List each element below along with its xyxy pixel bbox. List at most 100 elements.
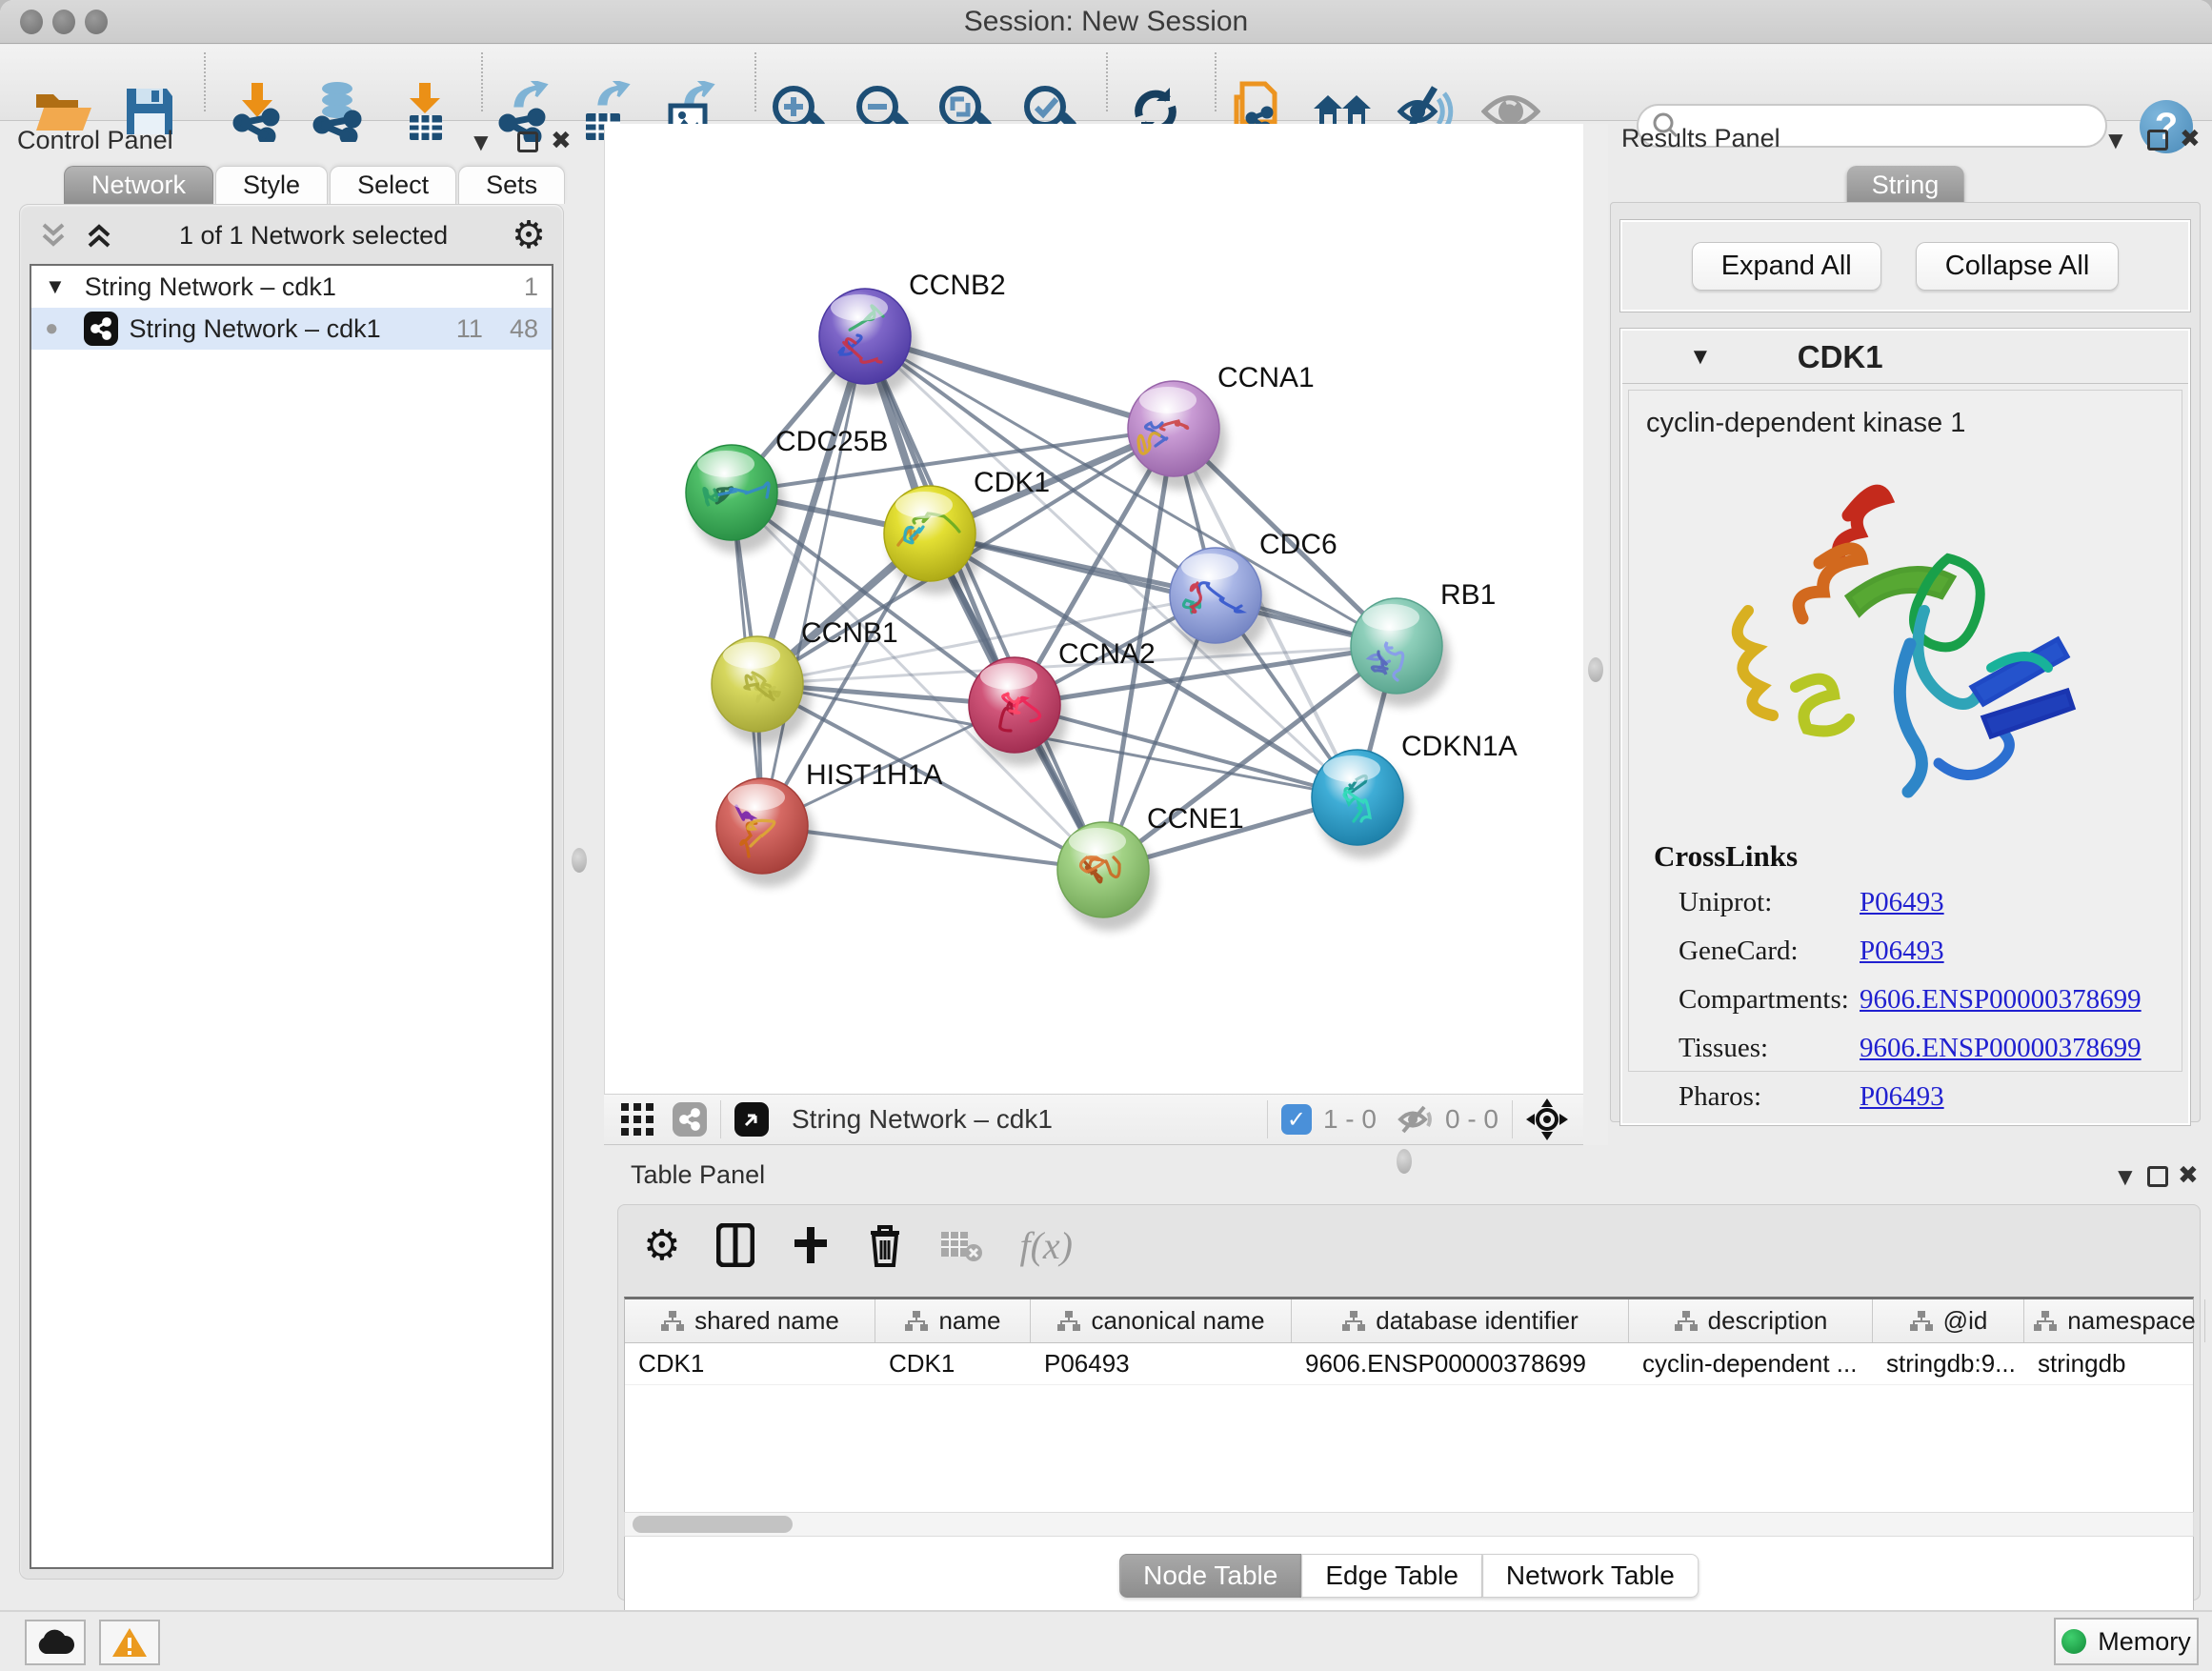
vertical-splitter[interactable] (1583, 124, 1608, 1145)
node-count: 11 (456, 314, 483, 344)
panel-float-icon[interactable] (2147, 130, 2168, 151)
table-cell: 9606.ENSP00000378699 (1292, 1343, 1629, 1384)
crosslink-link[interactable]: P06493 (1860, 936, 1944, 967)
node-CDC6[interactable]: CDC6 (1170, 529, 1337, 656)
hidden-eye-icon (1398, 1105, 1436, 1134)
crosslink-link[interactable]: P06493 (1860, 1081, 1944, 1113)
node-RB1[interactable]: RB1 (1351, 579, 1496, 707)
column-header-database-identifier[interactable]: database identifier (1292, 1299, 1629, 1342)
panel-menu-icon[interactable]: ▼ (2103, 126, 2128, 155)
panel-menu-icon[interactable]: ▼ (2113, 1162, 2138, 1192)
gene-collapse-icon[interactable]: ▼ (1689, 344, 1712, 371)
node-label: CCNA1 (1217, 362, 1315, 393)
cloud-button[interactable] (25, 1620, 86, 1665)
node-CCNB1[interactable]: CCNB1 (712, 617, 898, 745)
add-column-icon[interactable] (791, 1225, 831, 1265)
column-header-shared-name[interactable]: shared name (625, 1299, 875, 1342)
network-view-icon[interactable] (673, 1102, 707, 1137)
column-header-namespace[interactable]: namespace (2024, 1299, 2205, 1342)
results-panel-title: Results Panel (1621, 124, 1780, 153)
column-header-@id[interactable]: @id (1873, 1299, 2024, 1342)
crosslink-label: Tissues: (1679, 1033, 1860, 1064)
crosslink-link[interactable]: 9606.ENSP00000378699 (1860, 984, 2142, 1016)
tab-sets[interactable]: Sets (458, 166, 565, 204)
table-tabs: Node TableEdge TableNetwork Table (1119, 1554, 1699, 1598)
birds-eye-view-icon[interactable] (734, 1102, 769, 1137)
collapse-all-icon[interactable] (37, 219, 70, 252)
cloud-icon (35, 1629, 75, 1656)
network-selected-label: 1 of 1 Network selected (115, 221, 512, 251)
network-row-selected[interactable]: ● String Network – cdk1 11 48 (31, 308, 552, 350)
node-label: CDK1 (974, 467, 1050, 498)
node-CDKN1A[interactable]: CDKN1A (1312, 731, 1518, 858)
window-title: Session: New Session (0, 6, 2212, 38)
node-CCNA1[interactable]: CCNA1 (1128, 362, 1315, 490)
tab-string[interactable]: String (1847, 166, 1964, 205)
function-builder-icon[interactable]: f(x) (1019, 1223, 1073, 1268)
crosslink-link[interactable]: P06493 (1860, 887, 1944, 918)
control-panel-tabs: Network Style Select Sets (64, 166, 567, 204)
delete-column-icon[interactable] (867, 1223, 903, 1267)
string-app-icon (84, 312, 118, 346)
column-header-name[interactable]: name (875, 1299, 1031, 1342)
right-splitter-handle[interactable] (1588, 657, 1603, 682)
crosslink-row: Uniprot:P06493 (1679, 887, 2174, 918)
gene-symbol: CDK1 (1798, 339, 1883, 375)
panel-close-icon[interactable]: ✖ (2178, 1160, 2199, 1190)
tab-style[interactable]: Style (215, 166, 328, 204)
column-header-description[interactable]: description (1629, 1299, 1873, 1342)
selected-counts: 1 - 0 (1323, 1104, 1377, 1135)
table-horizontal-scrollbar[interactable] (624, 1512, 2194, 1537)
scrollbar-thumb[interactable] (633, 1516, 793, 1533)
tab-network-table[interactable]: Network Table (1482, 1554, 1699, 1598)
tab-select[interactable]: Select (330, 166, 456, 204)
panel-close-icon[interactable]: ✖ (551, 126, 572, 155)
memory-button[interactable]: Memory (2054, 1618, 2199, 1665)
column-type-icon (904, 1310, 929, 1333)
table-cell: CDK1 (875, 1343, 1031, 1384)
panel-close-icon[interactable]: ✖ (2180, 124, 2201, 153)
node-HIST1H1A[interactable]: HIST1H1A (716, 759, 942, 887)
toolbar-separator (754, 52, 756, 111)
current-network-dot-icon: ● (45, 315, 59, 342)
node-label: CDKN1A (1401, 731, 1518, 762)
network-collection-row[interactable]: ▼ String Network – cdk1 1 (31, 266, 552, 308)
table-row[interactable]: CDK1CDK1P064939606.ENSP00000378699cyclin… (625, 1343, 2193, 1385)
table-options-gear-icon[interactable]: ⚙ (643, 1221, 680, 1270)
column-header-canonical-name[interactable]: canonical name (1031, 1299, 1292, 1342)
node-CDK1[interactable]: CDK1 (884, 467, 1050, 594)
crosslink-link[interactable]: 9606.ENSP00000378699 (1860, 1033, 2142, 1064)
node-CCNB2[interactable]: CCNB2 (819, 270, 1006, 397)
current-network-name: String Network – cdk1 (792, 1104, 1053, 1135)
tab-network[interactable]: Network (64, 166, 213, 204)
network-view-toolbar: String Network – cdk1 ✓ 1 - 0 0 - 0 (604, 1094, 1583, 1145)
panel-float-icon[interactable] (517, 131, 538, 152)
node-CCNE1[interactable]: CCNE1 (1057, 803, 1244, 931)
delete-table-icon[interactable] (939, 1228, 983, 1262)
left-splitter-handle[interactable] (572, 848, 587, 873)
fit-content-crosshair-icon[interactable] (1526, 1098, 1568, 1140)
network-view-canvas[interactable]: CCNB2 CCNA1 CDC25B CDK1 CDC6 RB1 CCNB1 (604, 124, 1583, 1094)
crosslink-label: Uniprot: (1679, 887, 1860, 918)
selected-checkbox-icon[interactable]: ✓ (1281, 1104, 1312, 1135)
grid-view-icon[interactable] (619, 1101, 655, 1137)
show-columns-icon[interactable] (716, 1223, 754, 1267)
tab-node-table[interactable]: Node Table (1119, 1554, 1301, 1598)
column-type-icon (1909, 1310, 1934, 1333)
crosslink-row: Tissues:9606.ENSP00000378699 (1679, 1033, 2174, 1064)
expand-all-button[interactable]: Expand All (1692, 242, 1881, 291)
expand-all-icon[interactable] (83, 219, 115, 252)
protein-structure-image (1705, 449, 2105, 830)
footer-separator (1267, 1100, 1268, 1138)
tree-expand-icon[interactable]: ▼ (45, 274, 66, 299)
panel-float-icon[interactable] (2147, 1166, 2168, 1187)
tab-edge-table[interactable]: Edge Table (1301, 1554, 1482, 1598)
network-options-gear-icon[interactable]: ⚙ (512, 213, 546, 257)
column-type-icon (1056, 1310, 1081, 1333)
column-type-icon (1341, 1310, 1366, 1333)
panel-menu-icon[interactable]: ▼ (469, 128, 493, 157)
network-list: ▼ String Network – cdk1 1 ● String Netwo… (30, 264, 553, 1569)
collapse-all-button[interactable]: Collapse All (1916, 242, 2120, 291)
warnings-button[interactable] (99, 1620, 160, 1665)
node-label: HIST1H1A (806, 759, 942, 791)
